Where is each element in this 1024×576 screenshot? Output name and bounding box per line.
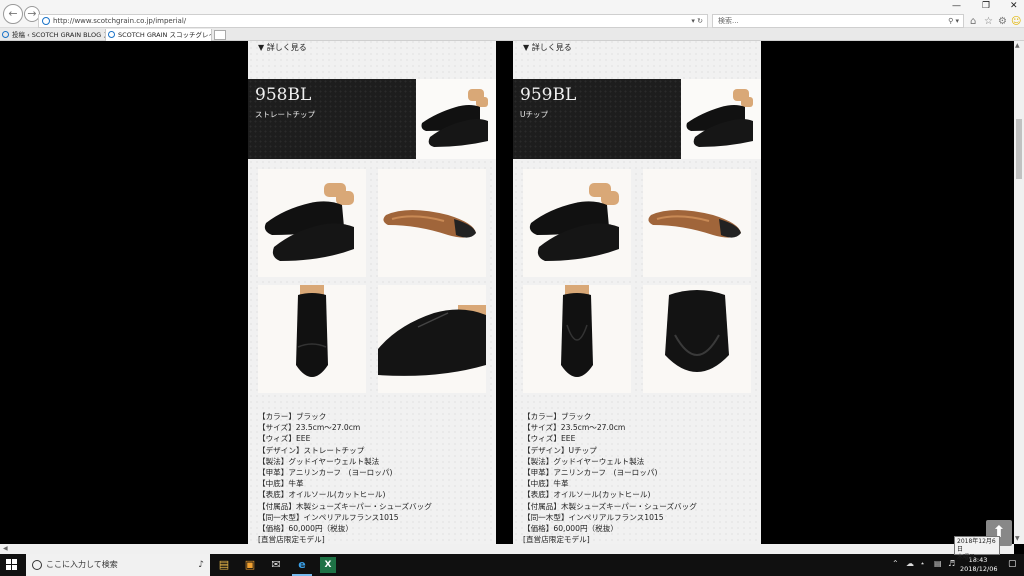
taskbar-search-placeholder: ここに入力して検索 bbox=[46, 560, 118, 569]
details-link[interactable]: ▼ 詳しく見る bbox=[523, 42, 572, 53]
internet-explorer-icon[interactable]: e bbox=[292, 557, 312, 576]
home-icon[interactable]: ⌂ bbox=[970, 16, 976, 27]
cortana-icon bbox=[32, 560, 42, 570]
microphone-icon[interactable]: ♪ bbox=[198, 554, 204, 576]
bluetooth-icon[interactable]: ⋆ bbox=[920, 559, 925, 568]
show-hidden-icons[interactable]: ⌃ bbox=[892, 559, 899, 568]
windows-taskbar: ここに入力して検索 ♪ ▤ ▣ ✉ e X ⌃ ☁ ⋆ ▤ ♬ 18:43 20… bbox=[0, 554, 1024, 576]
details-link[interactable]: ▼ 詳しく見る bbox=[258, 42, 307, 53]
spec-line: 【価格】60,000円（税抜） bbox=[258, 524, 353, 534]
browser-search-placeholder: 検索... bbox=[718, 17, 739, 25]
start-icon[interactable] bbox=[6, 559, 18, 571]
tab-scotchgrain[interactable]: SCOTCH GRAIN スコッチグレイ... bbox=[106, 29, 212, 41]
browser-search-field[interactable]: 検索... ⚲ ▾ bbox=[712, 14, 964, 28]
spec-line: 【ウィズ】EEE bbox=[523, 434, 576, 444]
refresh-icon[interactable]: ▾ ↻ bbox=[691, 15, 703, 27]
model-number: 959BL bbox=[520, 85, 577, 105]
minimize-icon[interactable]: — bbox=[952, 1, 961, 11]
tab-strip: 投稿 ‹ SCOTCH GRAIN BLOG ス... SCOTCH GRAIN… bbox=[0, 28, 1024, 41]
spec-line: 【サイズ】23.5cm〜27.0cm bbox=[258, 423, 361, 433]
ie-tab-icon bbox=[108, 31, 115, 38]
tooltip-date: 2018年12月6日 bbox=[957, 538, 996, 553]
web-page: ▼ 詳しく見る 958BL ストレートチップ 【カラー】ブラック 【サイズ】23… bbox=[0, 41, 1014, 544]
notification-icon[interactable]: ▢ bbox=[1008, 559, 1017, 569]
spec-line: 【製法】グッドイヤーウェルト製法 bbox=[258, 456, 380, 466]
header-shoe-photo bbox=[681, 79, 761, 159]
product-header: 958BL ストレートチップ bbox=[248, 79, 416, 159]
settings-icon[interactable]: ⚙ bbox=[998, 16, 1007, 27]
onedrive-icon[interactable]: ☁ bbox=[906, 559, 914, 568]
shoe-photo-sole bbox=[643, 169, 751, 277]
spec-line: 【カラー】ブラック bbox=[523, 412, 592, 421]
spec-line: 【付属品】木製シューズキーパー・シューズバッグ bbox=[523, 501, 697, 511]
store-icon[interactable]: ▣ bbox=[242, 557, 258, 573]
model-design: ストレートチップ bbox=[255, 110, 315, 119]
clock-date: 2018/12/06 bbox=[960, 565, 998, 573]
shoe-photo-detail bbox=[378, 285, 486, 393]
shoe-photo-pair bbox=[523, 169, 631, 277]
ie-icon bbox=[42, 17, 50, 25]
spec-line: 【中底】牛革 bbox=[523, 479, 569, 489]
screen: ← → http://www.scotchgrain.co.jp/imperia… bbox=[0, 0, 1024, 576]
spec-line: 【表底】オイルソール(カットヒール) bbox=[258, 490, 386, 500]
restore-icon[interactable]: ❐ bbox=[982, 1, 990, 11]
spec-line: 【ウィズ】EEE bbox=[258, 434, 311, 444]
model-number: 958BL bbox=[255, 85, 312, 105]
new-tab-button[interactable] bbox=[214, 30, 226, 40]
tab-label: 投稿 ‹ SCOTCH GRAIN BLOG ス... bbox=[12, 31, 106, 39]
spec-line: 【製法】グッドイヤーウェルト製法 bbox=[523, 456, 645, 466]
spec-list: 【カラー】ブラック 【サイズ】23.5cm〜27.0cm 【ウィズ】EEE 【デ… bbox=[523, 411, 697, 544]
spec-line: 【カラー】ブラック bbox=[258, 412, 327, 421]
file-explorer-icon[interactable]: ▤ bbox=[216, 557, 232, 573]
spec-line: 【付属品】木製シューズキーパー・シューズバッグ bbox=[258, 501, 432, 511]
spec-line: [直営店限定モデル] bbox=[258, 535, 325, 544]
spec-line: 【甲革】アニリンカーフ (ヨーロッパ) bbox=[258, 468, 393, 478]
volume-icon[interactable]: ♬ bbox=[948, 559, 955, 568]
shoe-photo-sole bbox=[378, 169, 486, 277]
spec-line: 【デザイン】ストレートチップ bbox=[258, 445, 365, 455]
header-shoe-photo bbox=[416, 79, 496, 159]
shoe-photo-toe bbox=[643, 285, 751, 393]
spec-list: 【カラー】ブラック 【サイズ】23.5cm〜27.0cm 【ウィズ】EEE 【デ… bbox=[258, 411, 432, 544]
spec-line: 【表底】オイルソール(カットヒール) bbox=[523, 490, 651, 500]
tab-blog[interactable]: 投稿 ‹ SCOTCH GRAIN BLOG ス... bbox=[0, 29, 106, 41]
taskbar-search-field[interactable]: ここに入力して検索 ♪ bbox=[26, 554, 210, 576]
spec-line: 【同一木型】インペリアルフランス1015 bbox=[258, 512, 399, 522]
shoe-photo-top bbox=[258, 285, 366, 393]
product-header: 959BL Uチップ bbox=[513, 79, 681, 159]
horizontal-scrollbar[interactable]: ◀ bbox=[0, 544, 1014, 554]
spec-line: [直営店限定モデル] bbox=[523, 535, 590, 544]
address-bar[interactable]: http://www.scotchgrain.co.jp/imperial/ ▾… bbox=[38, 14, 708, 28]
network-icon[interactable]: ▤ bbox=[934, 559, 942, 568]
shoe-photo-pair bbox=[258, 169, 366, 277]
scroll-thumb[interactable] bbox=[1016, 119, 1022, 179]
scroll-left-icon[interactable]: ◀ bbox=[3, 545, 8, 552]
spec-line: 【価格】60,000円（税抜） bbox=[523, 524, 618, 534]
spec-line: 【中底】牛革 bbox=[258, 479, 304, 489]
back-button[interactable]: ← bbox=[3, 4, 23, 24]
url-text: http://www.scotchgrain.co.jp/imperial/ bbox=[53, 17, 187, 25]
tab-label: SCOTCH GRAIN スコッチグレイ... bbox=[118, 31, 212, 39]
favorites-icon[interactable]: ☆ bbox=[984, 16, 993, 27]
spec-line: 【同一木型】インペリアルフランス1015 bbox=[523, 512, 664, 522]
shoe-photo-top bbox=[523, 285, 631, 393]
spec-line: 【デザイン】Uチップ bbox=[523, 445, 597, 455]
date-tooltip: 2018年12月6日 木曜日 bbox=[954, 536, 1000, 561]
model-design: Uチップ bbox=[520, 110, 548, 119]
smiley-icon[interactable]: ☺ bbox=[1011, 16, 1021, 27]
scroll-down-icon[interactable]: ▼ bbox=[1015, 535, 1020, 542]
spec-line: 【サイズ】23.5cm〜27.0cm bbox=[523, 423, 626, 433]
excel-icon[interactable]: X bbox=[320, 557, 336, 573]
scroll-up-icon[interactable]: ▲ bbox=[1015, 42, 1020, 49]
browser-toolbar: ← → http://www.scotchgrain.co.jp/imperia… bbox=[0, 0, 1024, 28]
close-icon[interactable]: ✕ bbox=[1010, 1, 1018, 11]
search-icon[interactable]: ⚲ ▾ bbox=[948, 15, 959, 27]
spec-line: 【甲革】アニリンカーフ (ヨーロッパ) bbox=[523, 468, 658, 478]
tooltip-day: 木曜日 bbox=[957, 554, 976, 561]
product-card-958bl: ▼ 詳しく見る 958BL ストレートチップ 【カラー】ブラック 【サイズ】23… bbox=[248, 41, 496, 544]
product-card-959bl: ▼ 詳しく見る 959BL Uチップ 【カラー】ブラック 【サイズ】23.5cm… bbox=[513, 41, 761, 544]
vertical-scrollbar[interactable]: ▲ ▼ bbox=[1014, 41, 1024, 544]
mail-icon[interactable]: ✉ bbox=[268, 557, 284, 573]
ie-tab-icon bbox=[2, 31, 9, 38]
